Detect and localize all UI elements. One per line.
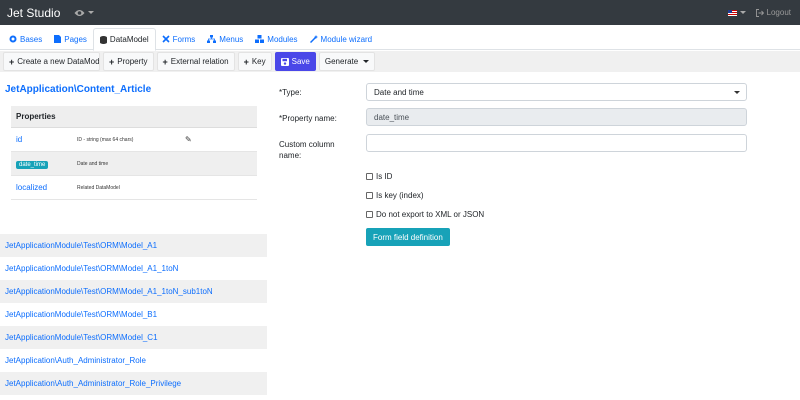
is-id-checkbox[interactable]: Is ID — [366, 172, 392, 181]
checkbox-box[interactable] — [366, 173, 373, 180]
menu-tree-icon — [207, 35, 217, 43]
button-label: Generate — [324, 57, 359, 66]
view-toggle[interactable] — [74, 9, 95, 17]
checkbox-label: Do not export to XML or JSON — [376, 210, 485, 219]
logout-label: Logout — [766, 8, 791, 17]
us-flag-icon — [727, 9, 737, 16]
properties-header: Properties — [11, 106, 257, 128]
modules-icon — [255, 35, 265, 43]
wand-icon — [309, 35, 318, 43]
table-row[interactable]: id ID - string (max 64 chars) ✎ — [11, 128, 257, 152]
property-description: Related DataModel — [77, 184, 120, 191]
property-name-field[interactable]: date_time — [366, 108, 747, 126]
navbar-right: Logout — [727, 0, 791, 25]
floppy-disk-icon — [280, 57, 289, 66]
list-item[interactable]: JetApplicationModule\Test\ORM\Model_A1 — [0, 234, 267, 257]
save-button[interactable]: Save — [274, 52, 316, 71]
tab-bases[interactable]: Bases — [3, 28, 48, 50]
list-item[interactable]: JetApplication\Auth_Administrator_Role_P… — [0, 372, 267, 395]
tab-forms[interactable]: Forms — [156, 28, 202, 50]
property-name-label: *Property name: — [279, 114, 337, 123]
pencil-icon[interactable]: ✎ — [185, 135, 192, 144]
list-item[interactable]: JetApplicationModule\Test\ORM\Model_A1_1… — [0, 280, 267, 303]
tab-module-wizard[interactable]: Module wizard — [304, 28, 379, 50]
checkbox-box[interactable] — [366, 192, 373, 199]
tab-label: Modules — [267, 34, 298, 44]
property-name-link[interactable]: id — [11, 135, 77, 144]
page-icon — [54, 35, 62, 43]
form-field-definition-button[interactable]: Form field definition — [366, 228, 450, 246]
custom-column-input[interactable] — [366, 134, 747, 152]
list-item[interactable]: JetApplicationModule\Test\ORM\Model_C1 — [0, 326, 267, 349]
logout-link[interactable]: Logout — [755, 8, 791, 17]
selected-property-badge[interactable]: date_time — [16, 161, 49, 169]
no-export-checkbox[interactable]: Do not export to XML or JSON — [366, 210, 484, 219]
button-label: Save — [291, 57, 310, 66]
button-label: Property — [117, 57, 148, 66]
add-key-button[interactable]: + Key — [237, 52, 272, 71]
type-label: *Type: — [279, 88, 302, 97]
generate-dropdown-button[interactable]: Generate — [318, 52, 376, 71]
datamodel-toolbar: + Create a new DataModel + Property + Ex… — [0, 51, 800, 72]
property-description: Date and time — [77, 160, 109, 167]
app-brand[interactable]: Jet Studio — [0, 6, 60, 20]
plus-icon: + — [9, 56, 15, 67]
type-select[interactable]: Date and time — [366, 83, 747, 101]
chevron-down-icon — [739, 11, 746, 14]
chevron-down-icon — [734, 91, 740, 94]
is-key-checkbox[interactable]: Is key (index) — [366, 191, 424, 200]
chevron-down-icon — [363, 60, 370, 63]
datamodel-title[interactable]: JetApplication\Content_Article — [5, 84, 151, 95]
database-icon — [99, 35, 107, 44]
add-property-button[interactable]: + Property — [103, 52, 154, 71]
tab-pages[interactable]: Pages — [48, 28, 93, 50]
list-item[interactable]: JetApplication\Auth_Administrator_Role — [0, 349, 267, 372]
button-label: Create a new DataModel — [17, 57, 100, 66]
property-name-link[interactable]: localized — [11, 183, 77, 192]
chevron-down-icon — [88, 11, 95, 14]
logout-icon — [755, 8, 764, 17]
add-external-relation-button[interactable]: + External relation — [156, 52, 235, 71]
tab-label: Pages — [64, 34, 87, 44]
checkbox-label: Is key (index) — [376, 191, 424, 200]
tab-modules[interactable]: Modules — [249, 28, 303, 50]
plus-icon: + — [162, 56, 168, 67]
tab-menus[interactable]: Menus — [201, 28, 249, 50]
create-datamodel-button[interactable]: + Create a new DataModel — [3, 52, 100, 71]
checkbox-label: Is ID — [376, 172, 393, 181]
button-label: Key — [251, 57, 266, 66]
language-selector[interactable] — [727, 9, 746, 16]
properties-table: Properties id ID - string (max 64 chars)… — [11, 106, 257, 200]
main-tabs: Bases Pages DataModel Forms Menus Module… — [0, 28, 800, 51]
plus-icon: + — [243, 56, 249, 67]
list-item[interactable]: JetApplicationModule\Test\ORM\Model_B1 — [0, 303, 267, 326]
tab-label: Bases — [20, 34, 43, 44]
table-row[interactable]: date_time Date and time — [11, 152, 257, 176]
button-label: External relation — [170, 57, 229, 66]
tab-label: Module wizard — [320, 34, 373, 44]
forms-icon — [162, 35, 170, 43]
table-row[interactable]: localized Related DataModel — [11, 176, 257, 200]
property-description: ID - string (max 64 chars) — [77, 136, 134, 143]
property-name-cell: date_time — [11, 159, 77, 169]
custom-column-label: Custom column name: — [279, 140, 335, 160]
list-item[interactable]: JetApplicationModule\Test\ORM\Model_A1_1… — [0, 257, 267, 280]
eye-icon — [74, 9, 85, 16]
tab-label: DataModel — [109, 35, 149, 44]
plus-icon: + — [109, 56, 115, 67]
tab-datamodel[interactable]: DataModel — [92, 28, 156, 51]
type-selected-value: Date and time — [374, 87, 424, 97]
top-navbar: Jet Studio Logout — [0, 0, 800, 25]
bases-icon — [9, 35, 17, 43]
datamodel-list: JetApplicationModule\Test\ORM\Model_A1 J… — [0, 234, 267, 395]
tab-label: Menus — [219, 34, 244, 44]
tab-label: Forms — [172, 34, 196, 44]
checkbox-box[interactable] — [366, 211, 373, 218]
